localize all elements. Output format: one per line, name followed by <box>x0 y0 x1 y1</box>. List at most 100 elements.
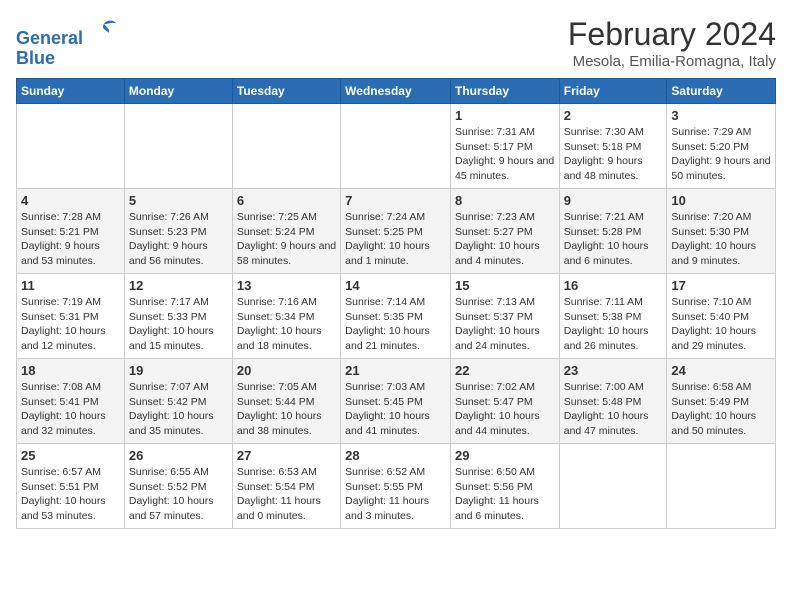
calendar-week-row: 1 Sunrise: 7:31 AMSunset: 5:17 PMDayligh… <box>17 104 776 189</box>
calendar-cell: 13 Sunrise: 7:16 AMSunset: 5:34 PMDaylig… <box>232 274 340 359</box>
calendar-cell <box>232 104 340 189</box>
calendar-week-row: 18 Sunrise: 7:08 AMSunset: 5:41 PMDaylig… <box>17 359 776 444</box>
calendar-cell: 7 Sunrise: 7:24 AMSunset: 5:25 PMDayligh… <box>341 189 451 274</box>
day-info: Sunrise: 6:50 AMSunset: 5:56 PMDaylight:… <box>455 465 555 524</box>
calendar-cell: 3 Sunrise: 7:29 AMSunset: 5:20 PMDayligh… <box>667 104 776 189</box>
weekday-header: Wednesday <box>341 79 451 104</box>
calendar-cell: 19 Sunrise: 7:07 AMSunset: 5:42 PMDaylig… <box>124 359 232 444</box>
header: General Blue February 2024 Mesola, Emili… <box>16 16 776 70</box>
weekday-header: Monday <box>124 79 232 104</box>
calendar-cell: 25 Sunrise: 6:57 AMSunset: 5:51 PMDaylig… <box>17 444 125 529</box>
day-info: Sunrise: 7:28 AMSunset: 5:21 PMDaylight:… <box>21 210 120 269</box>
day-number: 7 <box>345 193 446 208</box>
day-number: 28 <box>345 448 446 463</box>
day-number: 4 <box>21 193 120 208</box>
calendar-cell: 6 Sunrise: 7:25 AMSunset: 5:24 PMDayligh… <box>232 189 340 274</box>
calendar-cell: 20 Sunrise: 7:05 AMSunset: 5:44 PMDaylig… <box>232 359 340 444</box>
day-number: 18 <box>21 363 120 378</box>
day-info: Sunrise: 6:58 AMSunset: 5:49 PMDaylight:… <box>671 380 771 439</box>
day-info: Sunrise: 7:11 AMSunset: 5:38 PMDaylight:… <box>564 295 663 354</box>
calendar-cell: 1 Sunrise: 7:31 AMSunset: 5:17 PMDayligh… <box>450 104 559 189</box>
day-info: Sunrise: 7:05 AMSunset: 5:44 PMDaylight:… <box>237 380 336 439</box>
day-number: 23 <box>564 363 663 378</box>
day-info: Sunrise: 7:19 AMSunset: 5:31 PMDaylight:… <box>21 295 120 354</box>
calendar-cell: 17 Sunrise: 7:10 AMSunset: 5:40 PMDaylig… <box>667 274 776 359</box>
calendar-cell <box>559 444 667 529</box>
calendar-cell: 28 Sunrise: 6:52 AMSunset: 5:55 PMDaylig… <box>341 444 451 529</box>
day-number: 1 <box>455 108 555 123</box>
day-info: Sunrise: 7:03 AMSunset: 5:45 PMDaylight:… <box>345 380 446 439</box>
day-info: Sunrise: 7:00 AMSunset: 5:48 PMDaylight:… <box>564 380 663 439</box>
day-number: 9 <box>564 193 663 208</box>
logo-text: General <box>16 16 118 49</box>
calendar-cell: 24 Sunrise: 6:58 AMSunset: 5:49 PMDaylig… <box>667 359 776 444</box>
day-info: Sunrise: 7:10 AMSunset: 5:40 PMDaylight:… <box>671 295 771 354</box>
day-number: 13 <box>237 278 336 293</box>
calendar-cell: 15 Sunrise: 7:13 AMSunset: 5:37 PMDaylig… <box>450 274 559 359</box>
calendar-cell: 11 Sunrise: 7:19 AMSunset: 5:31 PMDaylig… <box>17 274 125 359</box>
day-number: 2 <box>564 108 663 123</box>
weekday-header: Tuesday <box>232 79 340 104</box>
weekday-header-row: SundayMondayTuesdayWednesdayThursdayFrid… <box>17 79 776 104</box>
day-number: 19 <box>129 363 228 378</box>
calendar-cell <box>124 104 232 189</box>
day-number: 15 <box>455 278 555 293</box>
day-number: 20 <box>237 363 336 378</box>
weekday-header: Thursday <box>450 79 559 104</box>
day-number: 5 <box>129 193 228 208</box>
calendar-cell: 12 Sunrise: 7:17 AMSunset: 5:33 PMDaylig… <box>124 274 232 359</box>
calendar-cell: 4 Sunrise: 7:28 AMSunset: 5:21 PMDayligh… <box>17 189 125 274</box>
day-info: Sunrise: 7:23 AMSunset: 5:27 PMDaylight:… <box>455 210 555 269</box>
calendar-cell <box>17 104 125 189</box>
day-number: 22 <box>455 363 555 378</box>
calendar-cell: 26 Sunrise: 6:55 AMSunset: 5:52 PMDaylig… <box>124 444 232 529</box>
weekday-header: Sunday <box>17 79 125 104</box>
day-number: 14 <box>345 278 446 293</box>
logo-blue: Blue <box>16 49 118 69</box>
day-number: 17 <box>671 278 771 293</box>
main-title: February 2024 <box>568 16 776 53</box>
day-info: Sunrise: 6:57 AMSunset: 5:51 PMDaylight:… <box>21 465 120 524</box>
day-info: Sunrise: 6:55 AMSunset: 5:52 PMDaylight:… <box>129 465 228 524</box>
day-info: Sunrise: 7:21 AMSunset: 5:28 PMDaylight:… <box>564 210 663 269</box>
calendar-cell: 5 Sunrise: 7:26 AMSunset: 5:23 PMDayligh… <box>124 189 232 274</box>
day-info: Sunrise: 7:31 AMSunset: 5:17 PMDaylight:… <box>455 125 555 184</box>
day-info: Sunrise: 6:53 AMSunset: 5:54 PMDaylight:… <box>237 465 336 524</box>
logo-bird-icon <box>90 16 118 44</box>
day-info: Sunrise: 6:52 AMSunset: 5:55 PMDaylight:… <box>345 465 446 524</box>
day-info: Sunrise: 7:13 AMSunset: 5:37 PMDaylight:… <box>455 295 555 354</box>
day-info: Sunrise: 7:14 AMSunset: 5:35 PMDaylight:… <box>345 295 446 354</box>
calendar-cell: 14 Sunrise: 7:14 AMSunset: 5:35 PMDaylig… <box>341 274 451 359</box>
calendar-cell: 22 Sunrise: 7:02 AMSunset: 5:47 PMDaylig… <box>450 359 559 444</box>
day-info: Sunrise: 7:29 AMSunset: 5:20 PMDaylight:… <box>671 125 771 184</box>
title-block: February 2024 Mesola, Emilia-Romagna, It… <box>568 16 776 70</box>
weekday-header: Saturday <box>667 79 776 104</box>
day-info: Sunrise: 7:07 AMSunset: 5:42 PMDaylight:… <box>129 380 228 439</box>
day-number: 6 <box>237 193 336 208</box>
calendar-cell <box>667 444 776 529</box>
weekday-header: Friday <box>559 79 667 104</box>
calendar-cell: 18 Sunrise: 7:08 AMSunset: 5:41 PMDaylig… <box>17 359 125 444</box>
day-info: Sunrise: 7:20 AMSunset: 5:30 PMDaylight:… <box>671 210 771 269</box>
day-info: Sunrise: 7:16 AMSunset: 5:34 PMDaylight:… <box>237 295 336 354</box>
calendar-cell: 16 Sunrise: 7:11 AMSunset: 5:38 PMDaylig… <box>559 274 667 359</box>
day-info: Sunrise: 7:26 AMSunset: 5:23 PMDaylight:… <box>129 210 228 269</box>
day-number: 24 <box>671 363 771 378</box>
day-info: Sunrise: 7:25 AMSunset: 5:24 PMDaylight:… <box>237 210 336 269</box>
day-number: 16 <box>564 278 663 293</box>
day-info: Sunrise: 7:08 AMSunset: 5:41 PMDaylight:… <box>21 380 120 439</box>
day-number: 21 <box>345 363 446 378</box>
calendar-cell: 10 Sunrise: 7:20 AMSunset: 5:30 PMDaylig… <box>667 189 776 274</box>
calendar-cell: 29 Sunrise: 6:50 AMSunset: 5:56 PMDaylig… <box>450 444 559 529</box>
day-number: 27 <box>237 448 336 463</box>
subtitle: Mesola, Emilia-Romagna, Italy <box>568 53 776 70</box>
day-number: 26 <box>129 448 228 463</box>
calendar-cell: 27 Sunrise: 6:53 AMSunset: 5:54 PMDaylig… <box>232 444 340 529</box>
day-number: 10 <box>671 193 771 208</box>
day-info: Sunrise: 7:24 AMSunset: 5:25 PMDaylight:… <box>345 210 446 269</box>
calendar-week-row: 11 Sunrise: 7:19 AMSunset: 5:31 PMDaylig… <box>17 274 776 359</box>
calendar-cell: 9 Sunrise: 7:21 AMSunset: 5:28 PMDayligh… <box>559 189 667 274</box>
calendar-cell: 8 Sunrise: 7:23 AMSunset: 5:27 PMDayligh… <box>450 189 559 274</box>
day-info: Sunrise: 7:30 AMSunset: 5:18 PMDaylight:… <box>564 125 663 184</box>
calendar-week-row: 25 Sunrise: 6:57 AMSunset: 5:51 PMDaylig… <box>17 444 776 529</box>
